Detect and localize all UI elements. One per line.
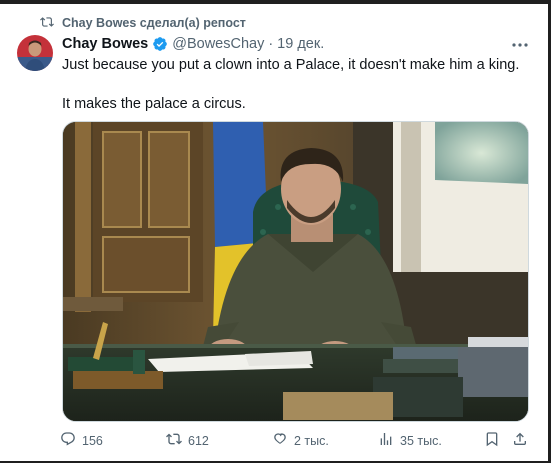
share-button[interactable]: [512, 431, 528, 450]
author-handle[interactable]: @BowesChay: [172, 36, 264, 52]
tweet-text-line-1: Just because you put a clown into a Pala…: [62, 57, 520, 73]
bookmark-icon: [484, 431, 500, 450]
author-name[interactable]: Chay Bowes: [62, 36, 148, 52]
more-options-icon[interactable]: [509, 38, 531, 52]
tweet-header: Chay Bowes @BowesChay · 19 дек.: [62, 36, 324, 52]
tweet-date[interactable]: 19 дек.: [277, 36, 324, 52]
repost-icon: [40, 15, 54, 32]
avatar[interactable]: [17, 35, 53, 71]
views-icon: [378, 431, 394, 450]
repost-text: Chay Bowes сделал(а) репост: [62, 16, 246, 30]
repost-button[interactable]: 612: [166, 431, 209, 450]
repost-count: 612: [188, 433, 209, 448]
share-icon: [512, 431, 528, 450]
window-frame-top: [0, 0, 551, 4]
heart-icon: [272, 431, 288, 450]
reply-button[interactable]: 156: [60, 431, 103, 450]
bookmark-button[interactable]: [484, 431, 500, 450]
repost-action-icon: [166, 431, 182, 450]
like-button[interactable]: 2 тыс.: [272, 431, 329, 450]
reply-count: 156: [82, 433, 103, 448]
separator-dot: ·: [268, 36, 274, 52]
reply-icon: [60, 431, 76, 450]
tweet-text-line-2: It makes the palace a circus.: [62, 96, 246, 112]
repost-context[interactable]: Chay Bowes сделал(а) репост: [40, 15, 246, 31]
tweet-actions: 156 612 2 тыс. 35 тыс.: [60, 431, 530, 451]
views-button[interactable]: 35 тыс.: [378, 431, 442, 450]
tweet-photo[interactable]: [62, 121, 529, 422]
verified-badge-icon[interactable]: [152, 36, 168, 52]
like-count: 2 тыс.: [294, 433, 329, 448]
views-count: 35 тыс.: [400, 433, 442, 448]
